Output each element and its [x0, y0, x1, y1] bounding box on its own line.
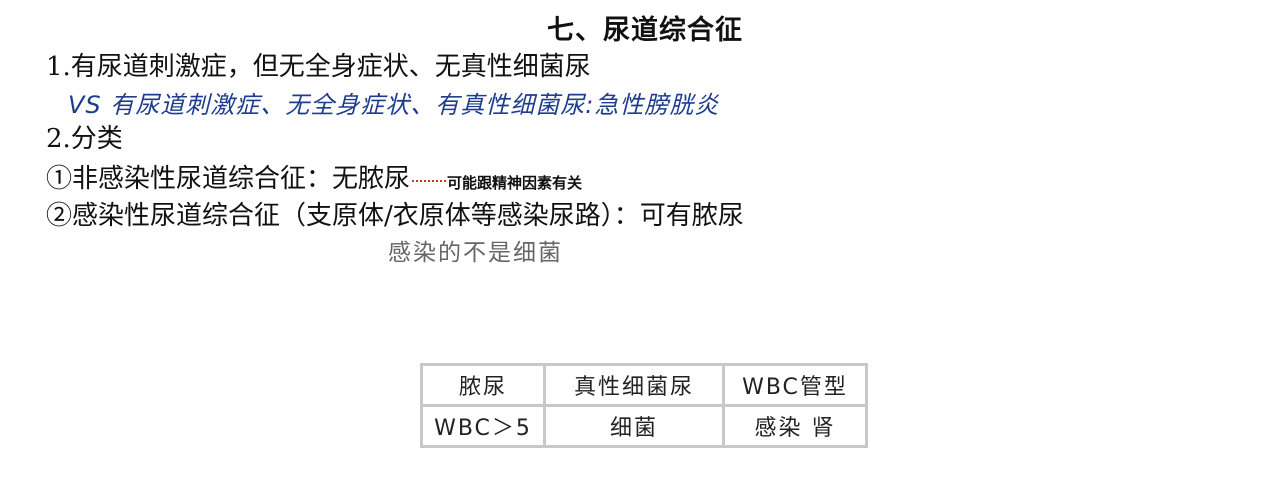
point-1-definition: 1.有尿道刺激症，但无全身症状、无真性细菌尿: [46, 52, 591, 82]
table-cell: WBC＞5: [420, 404, 546, 448]
annotation-psychological: 可能跟精神因素有关: [447, 173, 583, 192]
handwritten-not-bacteria-note: 感染的不是细菌: [388, 240, 563, 266]
non-infectious-text: ①非感染性尿道综合征：无脓尿: [46, 164, 411, 194]
infectious-type: ②感染性尿道综合征（支原体/衣原体等感染尿路）：可有脓尿: [46, 201, 744, 231]
table-cell: 真性细菌尿: [543, 363, 725, 407]
section-title: 七、尿道综合征: [547, 15, 743, 46]
table-cell: WBC管型: [722, 363, 868, 407]
handwritten-vs-note: VS 有尿道刺激症、无全身症状、有真性细菌尿:急性膀胱炎: [68, 91, 720, 119]
table-cell: 脓尿: [420, 363, 546, 407]
table-row: 脓尿 真性细菌尿 WBC管型: [420, 363, 868, 407]
table-cell: 细菌: [543, 404, 725, 448]
table-cell: 感染 肾: [722, 404, 868, 448]
non-infectious-type: ①非感染性尿道综合征：无脓尿 可能跟精神因素有关: [46, 158, 582, 195]
dotted-leader: [412, 180, 447, 182]
table-row: WBC＞5 细菌 感染 肾: [420, 404, 868, 448]
comparison-table: 脓尿 真性细菌尿 WBC管型 WBC＞5 细菌 感染 肾: [420, 363, 868, 448]
point-2-classification: 2.分类: [46, 124, 123, 154]
